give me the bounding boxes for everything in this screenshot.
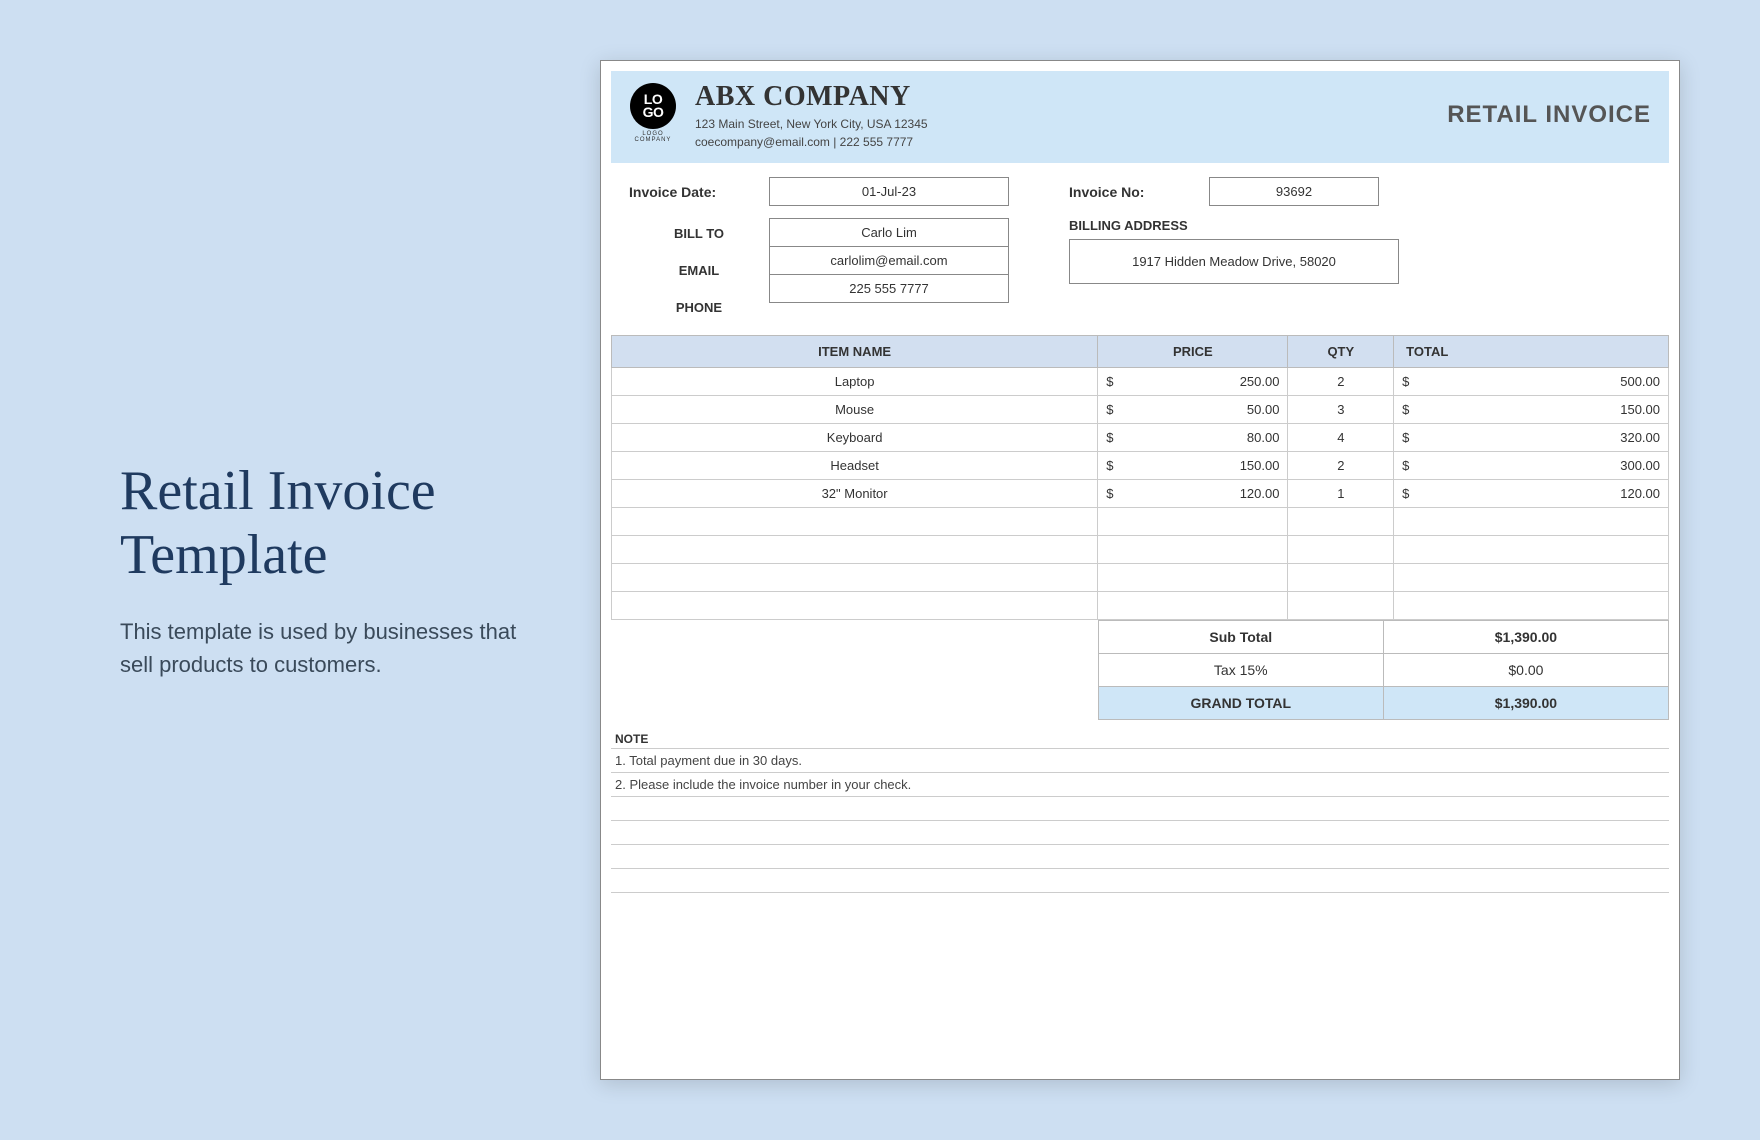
logo-subtext: LOGO COMPANY — [623, 131, 683, 143]
items-table: ITEM NAME PRICE QTY TOTAL Laptop$250.002… — [611, 335, 1669, 620]
invoice-title: RETAIL INVOICE — [1447, 101, 1651, 129]
item-qty[interactable]: 4 — [1288, 424, 1394, 452]
note-line[interactable] — [611, 821, 1669, 845]
item-total: $500.00 — [1394, 368, 1669, 396]
item-price[interactable]: $50.00 — [1098, 396, 1288, 424]
bill-to-email[interactable]: carlolim@email.com — [769, 246, 1009, 275]
invoice-number[interactable]: 93692 — [1209, 177, 1379, 206]
label-subtotal: Sub Total — [1098, 621, 1383, 654]
item-qty[interactable]: 3 — [1288, 396, 1394, 424]
item-price[interactable]: $80.00 — [1098, 424, 1288, 452]
item-total: $150.00 — [1394, 396, 1669, 424]
company-address: 123 Main Street, New York City, USA 1234… — [695, 117, 1447, 131]
item-total: $320.00 — [1394, 424, 1669, 452]
item-name[interactable]: 32" Monitor — [612, 480, 1098, 508]
table-row — [612, 564, 1669, 592]
label-invoice-date: Invoice Date: — [629, 184, 769, 200]
table-row: Headset$150.002$300.00 — [612, 452, 1669, 480]
label-billing-address: BILLING ADDRESS — [1069, 218, 1399, 233]
col-qty: QTY — [1288, 336, 1394, 368]
page-description: This template is used by businesses that… — [120, 615, 540, 681]
grand-total-value: $1,390.00 — [1383, 687, 1668, 720]
item-name[interactable]: Headset — [612, 452, 1098, 480]
item-qty[interactable]: 2 — [1288, 368, 1394, 396]
table-row — [612, 592, 1669, 620]
logo-icon: LOGO — [630, 83, 676, 129]
table-row: Keyboard$80.004$320.00 — [612, 424, 1669, 452]
invoice-date[interactable]: 01-Jul-23 — [769, 177, 1009, 206]
note-line[interactable] — [611, 869, 1669, 893]
bill-to-phone[interactable]: 225 555 7777 — [769, 274, 1009, 303]
table-row: Mouse$50.003$150.00 — [612, 396, 1669, 424]
label-grand-total: GRAND TOTAL — [1098, 687, 1383, 720]
note-line[interactable] — [611, 845, 1669, 869]
item-total: $300.00 — [1394, 452, 1669, 480]
item-name[interactable]: Laptop — [612, 368, 1098, 396]
totals-table: Sub Total $1,390.00 Tax 15% $0.00 GRAND … — [1098, 620, 1669, 720]
table-row — [612, 536, 1669, 564]
item-price[interactable]: $120.00 — [1098, 480, 1288, 508]
note-line[interactable] — [611, 797, 1669, 821]
logo: LOGO LOGO COMPANY — [623, 81, 683, 143]
item-name[interactable]: Mouse — [612, 396, 1098, 424]
item-qty[interactable]: 1 — [1288, 480, 1394, 508]
label-tax: Tax 15% — [1098, 654, 1383, 687]
label-note: NOTE — [611, 726, 1669, 749]
bill-to-name[interactable]: Carlo Lim — [769, 218, 1009, 247]
item-price[interactable]: $250.00 — [1098, 368, 1288, 396]
label-email: EMAIL — [629, 255, 769, 278]
col-total: TOTAL — [1394, 336, 1669, 368]
col-item-name: ITEM NAME — [612, 336, 1098, 368]
subtotal-value: $1,390.00 — [1383, 621, 1668, 654]
label-phone: PHONE — [629, 292, 769, 315]
table-row: 32" Monitor$120.001$120.00 — [612, 480, 1669, 508]
label-bill-to: BILL TO — [629, 218, 769, 241]
billing-address[interactable]: 1917 Hidden Meadow Drive, 58020 — [1069, 239, 1399, 284]
item-price[interactable]: $150.00 — [1098, 452, 1288, 480]
table-row — [612, 508, 1669, 536]
company-contact: coecompany@email.com | 222 555 7777 — [695, 135, 1447, 149]
note-line[interactable]: 2. Please include the invoice number in … — [611, 773, 1669, 797]
item-qty[interactable]: 2 — [1288, 452, 1394, 480]
item-total: $120.00 — [1394, 480, 1669, 508]
table-row: Laptop$250.002$500.00 — [612, 368, 1669, 396]
invoice-sheet: LOGO LOGO COMPANY ABX COMPANY 123 Main S… — [600, 60, 1680, 1080]
col-price: PRICE — [1098, 336, 1288, 368]
label-invoice-no: Invoice No: — [1069, 184, 1209, 200]
page-title: Retail Invoice Template — [120, 459, 540, 588]
tax-value: $0.00 — [1383, 654, 1668, 687]
note-line[interactable]: 1. Total payment due in 30 days. — [611, 749, 1669, 773]
item-name[interactable]: Keyboard — [612, 424, 1098, 452]
company-name: ABX COMPANY — [695, 81, 1447, 113]
